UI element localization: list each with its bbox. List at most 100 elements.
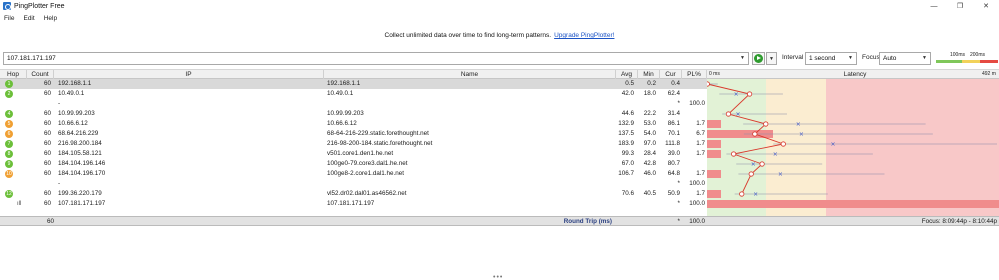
scale-yellow bbox=[962, 60, 980, 63]
hop-pl bbox=[682, 89, 705, 99]
destination-bars-icon: ıll bbox=[17, 201, 22, 207]
hop-count: 60 bbox=[43, 200, 51, 207]
table-row[interactable]: - * 100.0 bbox=[0, 99, 707, 109]
hop-name: 107.181.171.197 bbox=[327, 200, 375, 207]
hop-ip: 216.98.200.184 bbox=[58, 140, 102, 147]
promo-banner: Collect unlimited data over time to find… bbox=[0, 32, 999, 39]
summary-row: 60 Round Trip (ms) * 100.0 Focus: 8:09:4… bbox=[0, 216, 999, 226]
hop-name: 10.66.6.12 bbox=[327, 120, 357, 127]
hop-avg bbox=[612, 179, 634, 189]
scale-200-label: 200ms bbox=[970, 52, 986, 58]
hop-ip: 68.64.216.229 bbox=[58, 130, 99, 137]
hop-number-badge: 5 bbox=[5, 120, 13, 128]
hop-pl: 100.0 bbox=[689, 200, 705, 207]
hop-avg: 67.0 bbox=[621, 160, 634, 167]
table-row[interactable]: 8 60 184.105.58.121 v501.core1.den1.he.net 9… bbox=[0, 149, 707, 159]
interval-select[interactable]: 1 second ▼ bbox=[805, 52, 857, 65]
hop-number-badge: 12 bbox=[5, 190, 13, 198]
table-row[interactable]: 2 60 10.49.0.1 10.49.0.1 42.0 18.0 62.4 bbox=[0, 89, 707, 99]
hop-cur: 31.4 bbox=[667, 110, 680, 117]
hop-min: 46.0 bbox=[643, 170, 656, 177]
menu-bar: File Edit Help bbox=[0, 13, 66, 24]
table-row[interactable]: 10 60 184.104.196.170 100ge8-2.core1.dal1.h… bbox=[0, 169, 707, 179]
hop-number-badge: 8 bbox=[5, 150, 13, 158]
hop-min: 22.2 bbox=[643, 110, 656, 117]
hop-min: 18.0 bbox=[643, 90, 656, 97]
resize-grip[interactable]: ••• bbox=[493, 274, 503, 280]
table-row[interactable]: 9 60 184.104.196.146 100ge0-79.core3.dal1.h… bbox=[0, 159, 707, 169]
hop-min: 28.4 bbox=[643, 150, 656, 157]
hop-pl: 1.7 bbox=[696, 120, 705, 127]
hop-count: 60 bbox=[43, 110, 51, 117]
table-row[interactable]: 4 60 10.99.99.203 10.99.99.203 44.6 22.2 31.4 bbox=[0, 109, 707, 119]
hop-count: 60 bbox=[43, 160, 51, 167]
hop-cur: * bbox=[677, 100, 680, 107]
hop-min: 97.0 bbox=[643, 140, 656, 147]
hop-avg: 42.0 bbox=[621, 90, 634, 97]
hop-count: 60 bbox=[43, 190, 51, 197]
hop-ip: 184.104.196.170 bbox=[58, 170, 106, 177]
minimize-button[interactable]: — bbox=[921, 0, 947, 12]
hop-min bbox=[634, 99, 656, 109]
title-bar: PingPlotter Free — ❐ ✕ bbox=[0, 0, 999, 12]
hop-count: 60 bbox=[43, 130, 51, 137]
hop-cur: * bbox=[677, 200, 680, 207]
hop-ip: 10.66.6.12 bbox=[58, 120, 88, 127]
hop-ip: 199.36.220.179 bbox=[58, 190, 102, 197]
hop-cur: 39.0 bbox=[667, 150, 680, 157]
hop-count bbox=[27, 179, 51, 189]
hop-min: 53.0 bbox=[643, 120, 656, 127]
menu-file[interactable]: File bbox=[4, 15, 14, 22]
hop-name bbox=[327, 179, 612, 189]
hop-count: 60 bbox=[43, 80, 51, 87]
table-row[interactable]: 6 60 68.64.216.229 68-64-216-229.static.for… bbox=[0, 129, 707, 139]
hop-name: 100ge8-2.core1.dal1.he.net bbox=[327, 170, 405, 177]
hop-count: 60 bbox=[43, 140, 51, 147]
table-row[interactable]: ıll 60 107.181.171.197 107.181.171.197 * 100.… bbox=[0, 199, 707, 209]
hop-min: 54.0 bbox=[643, 130, 656, 137]
summary-pl: 100.0 bbox=[689, 218, 705, 225]
hop-cur: 70.1 bbox=[667, 130, 680, 137]
focus-select[interactable]: Auto ▼ bbox=[879, 52, 931, 65]
hop-number-badge: 4 bbox=[5, 110, 13, 118]
table-row[interactable]: 1 60 192.168.1.1 192.168.1.1 0.5 0.2 0.4 bbox=[0, 79, 707, 89]
hop-count bbox=[27, 99, 51, 109]
upgrade-link[interactable]: Upgrade PingPlotter! bbox=[554, 32, 614, 39]
hop-cur: 62.4 bbox=[667, 90, 680, 97]
hop-min: 40.5 bbox=[643, 190, 656, 197]
focus-label: Focus bbox=[862, 54, 880, 61]
hop-avg bbox=[612, 199, 634, 209]
hop-avg: 0.5 bbox=[625, 80, 634, 87]
menu-edit[interactable]: Edit bbox=[23, 15, 34, 22]
start-options-dropdown[interactable]: ▼ bbox=[766, 52, 777, 65]
hop-pl bbox=[682, 109, 705, 119]
table-row[interactable]: 12 60 199.36.220.179 vl52.dr02.dal01.as4656… bbox=[0, 189, 707, 199]
table-row[interactable]: 5 60 10.66.6.12 10.66.6.12 132.9 53.0 86.1 1.7 bbox=[0, 119, 707, 129]
hop-ip: 192.168.1.1 bbox=[58, 80, 92, 87]
start-trace-button[interactable] bbox=[752, 52, 765, 65]
hop-ip: 10.49.0.1 bbox=[58, 90, 85, 97]
menu-help[interactable]: Help bbox=[44, 15, 57, 22]
target-input[interactable] bbox=[3, 52, 749, 65]
grid-header: Hop Count IP Name Avg Min Cur PL% 0 ms L… bbox=[0, 69, 999, 80]
hop-ip: 10.99.99.203 bbox=[58, 110, 95, 117]
table-row[interactable]: 7 60 216.98.200.184 216-98-200-184.static.f… bbox=[0, 139, 707, 149]
hop-pl: 100.0 bbox=[689, 100, 705, 107]
hop-pl: 1.7 bbox=[696, 190, 705, 197]
hop-min: 42.8 bbox=[643, 160, 656, 167]
close-button[interactable]: ✕ bbox=[973, 0, 999, 12]
table-row[interactable]: - * 100.0 bbox=[0, 179, 707, 189]
hop-ip: 107.181.171.197 bbox=[58, 200, 106, 207]
summary-cur: * bbox=[677, 218, 680, 225]
hop-name: 192.168.1.1 bbox=[327, 80, 361, 87]
hop-number-badge: 6 bbox=[5, 130, 13, 138]
hop-count: 60 bbox=[43, 120, 51, 127]
hop-name: v501.core1.den1.he.net bbox=[327, 150, 394, 157]
hop-ip: - bbox=[58, 100, 61, 107]
hop-name: 216-98-200-184.static.forethought.net bbox=[327, 140, 433, 147]
target-dropdown-icon[interactable]: ▼ bbox=[740, 55, 745, 61]
hop-min: 0.2 bbox=[647, 80, 656, 87]
hop-pl: 1.7 bbox=[696, 150, 705, 157]
hop-table: 1 60 192.168.1.1 192.168.1.1 0.5 0.2 0.4 2 60 10.… bbox=[0, 79, 999, 226]
restore-button[interactable]: ❐ bbox=[947, 0, 973, 12]
